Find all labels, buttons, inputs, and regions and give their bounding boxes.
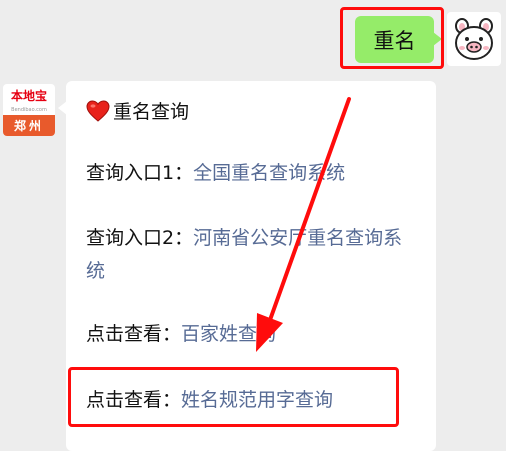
annotation-arrow [256, 97, 351, 352]
